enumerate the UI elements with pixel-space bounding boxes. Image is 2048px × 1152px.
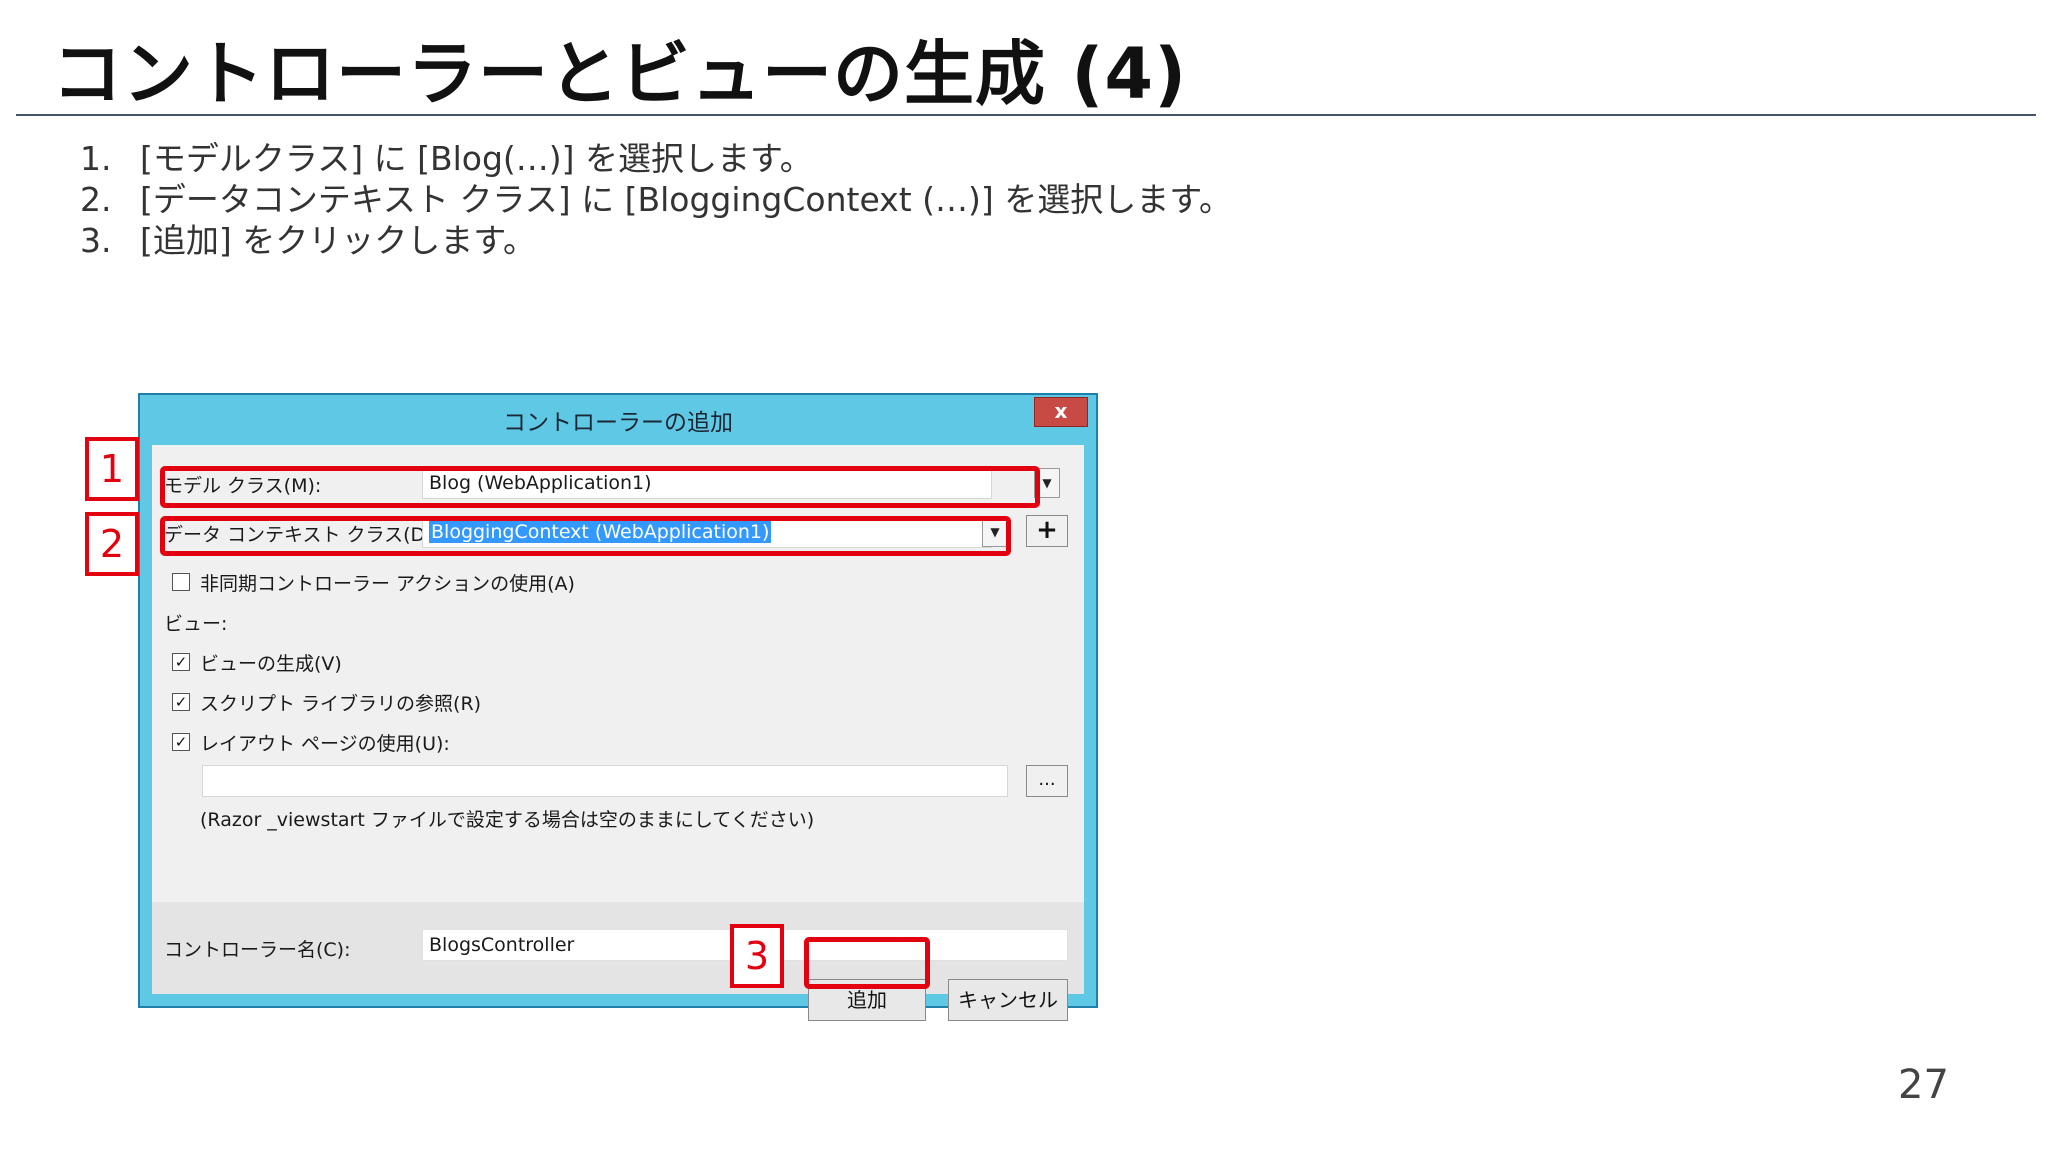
- add-data-context-button[interactable]: +: [1026, 515, 1068, 547]
- step-list: 1. [モデルクラス] に [Blog(…)] を選択します。 2. [データコンテ…: [80, 138, 1232, 261]
- callout-1: 1: [85, 437, 139, 501]
- close-button[interactable]: x: [1034, 397, 1088, 427]
- check-icon: ✓: [174, 733, 188, 751]
- controller-name-value: BlogsController: [429, 934, 575, 956]
- chevron-down-icon: ▼: [1042, 476, 1052, 490]
- page-number: 27: [1898, 1062, 1949, 1108]
- use-layout-label: レイアウト ページの使用(U):: [200, 733, 450, 755]
- add-button-highlight: [804, 937, 930, 989]
- data-context-highlight: [160, 516, 1011, 556]
- step-text: [データコンテキスト クラス] に [BloggingContext (…)] …: [140, 180, 1232, 219]
- step-item: 2. [データコンテキスト クラス] に [BloggingContext (…)…: [80, 179, 1232, 220]
- step-text: [追加] をクリックします。: [140, 221, 536, 260]
- generate-views-label: ビューの生成(V): [200, 653, 342, 675]
- layout-hint: (Razor _viewstart ファイルで設定する場合は空のままにしてくださ…: [200, 809, 815, 831]
- browse-layout-button[interactable]: ...: [1026, 765, 1068, 797]
- dialog-title: コントローラーの追加: [503, 410, 733, 436]
- script-libraries-label: スクリプト ライブラリの参照(R): [200, 693, 482, 715]
- step-item: 3. [追加] をクリックします。: [80, 220, 1232, 261]
- model-class-highlight: [160, 466, 1040, 508]
- step-number: 3.: [80, 221, 112, 260]
- title-divider: [16, 114, 2036, 116]
- callout-2: 2: [85, 512, 139, 576]
- step-number: 2.: [80, 180, 112, 219]
- callout-3: 3: [730, 924, 784, 988]
- step-number: 1.: [80, 139, 112, 178]
- step-item: 1. [モデルクラス] に [Blog(…)] を選択します。: [80, 138, 1232, 179]
- views-heading: ビュー:: [164, 613, 228, 635]
- async-actions-label: 非同期コントローラー アクションの使用(A): [200, 573, 575, 595]
- async-actions-checkbox[interactable]: [172, 573, 190, 591]
- controller-name-label: コントローラー名(C):: [164, 939, 351, 961]
- cancel-button[interactable]: キャンセル: [948, 979, 1068, 1021]
- use-layout-checkbox[interactable]: ✓: [172, 733, 190, 751]
- step-text: [モデルクラス] に [Blog(…)] を選択します。: [140, 139, 813, 178]
- check-icon: ✓: [174, 653, 188, 671]
- script-libraries-checkbox[interactable]: ✓: [172, 693, 190, 711]
- layout-path-input[interactable]: [202, 765, 1008, 797]
- slide-title: コントローラーとビューの生成 (4): [52, 33, 1188, 115]
- ellipsis-icon: ...: [1038, 769, 1056, 790]
- plus-icon: +: [1036, 515, 1058, 545]
- check-icon: ✓: [174, 693, 188, 711]
- generate-views-checkbox[interactable]: ✓: [172, 653, 190, 671]
